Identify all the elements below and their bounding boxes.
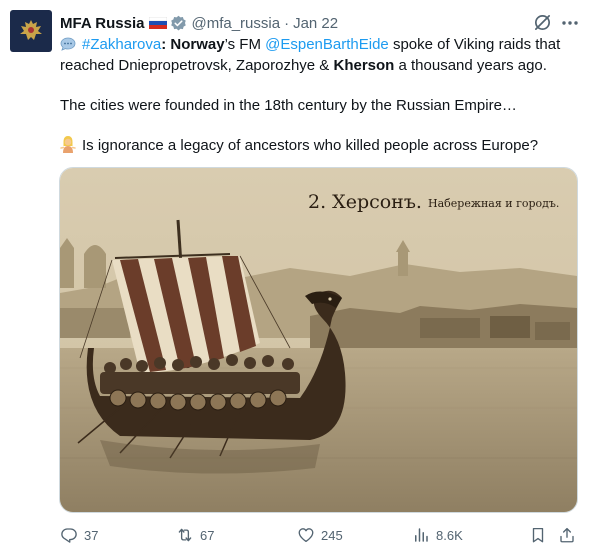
mention-link[interactable]: @EspenBarthEide [265, 36, 389, 53]
postcard-caption-number: 2. Херсонъ. [308, 191, 422, 213]
repost-count: 67 [200, 527, 215, 543]
question-text: Is ignorance a legacy of ancestors who k… [82, 137, 539, 154]
reply-button[interactable]: 37 [60, 524, 98, 546]
speech-bubble-icon [60, 37, 76, 51]
repost-icon [178, 528, 192, 542]
person-shrugging-icon [60, 136, 76, 153]
like-button[interactable]: 245 [297, 524, 343, 546]
city-name: Kherson [333, 57, 395, 74]
text-segment: a thousand years ago. [394, 57, 547, 74]
like-count: 245 [321, 527, 343, 543]
viking-ship-postcard-image: 2. Херсонъ. Набережная и городъ. [60, 168, 577, 512]
dot-separator: · [284, 14, 290, 32]
text-segment: ’s FM [224, 36, 266, 53]
tweet-header: MFA Russia @mfa_russia · Jan 22 [60, 12, 338, 34]
view-count: 8.6K [436, 527, 463, 543]
author-handle[interactable]: @mfa_russia [191, 15, 280, 32]
share-button[interactable] [558, 524, 576, 546]
tweet[interactable]: MFA Russia @mfa_russia · Jan 22 #Zakharo… [0, 0, 594, 555]
verified-badge-icon[interactable] [170, 15, 187, 32]
tweet-paragraph-1: #Zakharova: Norway’s FM @EspenBarthEide … [60, 34, 580, 76]
country-name: Norway [170, 36, 225, 53]
post-image[interactable]: 2. Херсонъ. Набережная и городъ. [59, 167, 578, 513]
postcard-caption-subtitle: Набережная и городъ. [428, 197, 559, 210]
hashtag-link[interactable]: #Zakharova [82, 36, 161, 53]
action-bar: 37 67 245 8.6K [0, 524, 594, 548]
heart-icon [298, 528, 314, 543]
colon: : [161, 36, 167, 53]
grok-icon[interactable] [533, 13, 552, 32]
bookmark-button[interactable] [529, 524, 547, 546]
author-name[interactable]: MFA Russia [60, 15, 144, 32]
views-button[interactable]: 8.6K [412, 524, 463, 546]
bookmark-icon [532, 527, 544, 543]
russia-flag-icon [149, 17, 168, 29]
share-icon [560, 527, 574, 543]
eagle-emblem-icon [20, 20, 42, 40]
avatar[interactable] [10, 10, 52, 52]
tweet-text: #Zakharova: Norway’s FM @EspenBarthEide … [60, 34, 580, 156]
post-date[interactable]: Jan 22 [293, 15, 338, 32]
more-options-icon[interactable] [560, 13, 580, 33]
reply-count: 37 [84, 527, 99, 543]
tweet-paragraph-2: The cities were founded in the 18th cent… [60, 97, 517, 114]
reply-icon [61, 528, 77, 543]
repost-button[interactable]: 67 [176, 524, 214, 546]
analytics-icon [415, 528, 428, 542]
tweet-paragraph-3: Is ignorance a legacy of ancestors who k… [60, 135, 580, 156]
